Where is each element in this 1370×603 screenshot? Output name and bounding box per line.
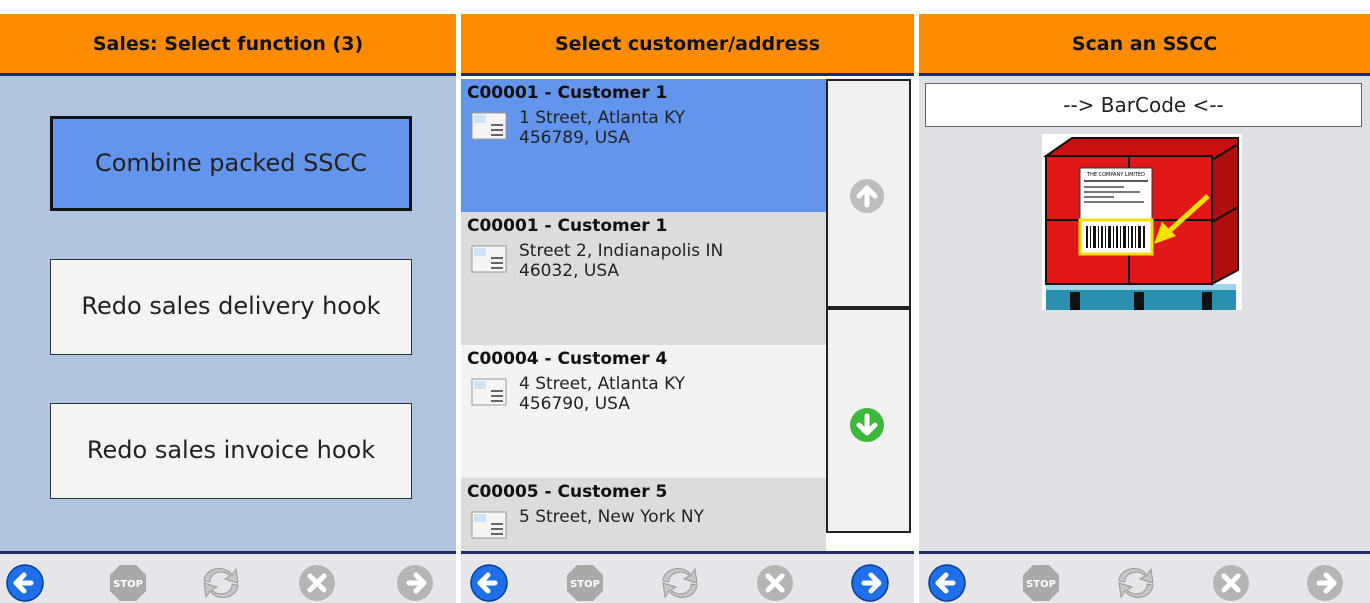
customer-name: C00005 - Customer 5	[467, 482, 668, 502]
back-arrow-icon[interactable]	[5, 563, 45, 603]
toolbar: STOP	[461, 551, 914, 603]
cancel-icon[interactable]	[1211, 563, 1251, 603]
cancel-icon[interactable]	[297, 563, 337, 603]
toolbar: STOP	[0, 551, 456, 603]
scroll-up-button[interactable]	[826, 79, 911, 308]
label-text: THE COMPANY LIMITED	[1086, 172, 1145, 178]
customer-panel: Select customer/address C00001 - Custome…	[461, 14, 914, 603]
pallet-barcode-image: THE COMPANY LIMITED	[1042, 134, 1242, 310]
address-card-icon	[471, 245, 507, 273]
forward-arrow-icon[interactable]	[1305, 563, 1345, 603]
customer-address: 5 Street, New York NY	[467, 507, 822, 539]
address-card-icon	[471, 511, 507, 539]
address-line2: 456790, USA	[519, 393, 630, 414]
cancel-icon[interactable]	[755, 563, 795, 603]
address-line1: Street 2, Indianapolis IN	[519, 241, 724, 261]
address-card-icon	[471, 112, 507, 140]
customer-address: 4 Street, Atlanta KY 456790, USA	[467, 374, 822, 414]
customer-address: 1 Street, Atlanta KY 456789, USA	[467, 108, 822, 148]
back-arrow-icon[interactable]	[469, 563, 509, 603]
toolbar: STOP	[919, 551, 1370, 603]
refresh-icon[interactable]	[657, 563, 703, 603]
barcode-input[interactable]: --> BarCode <--	[925, 83, 1362, 127]
scroll-down-button[interactable]	[826, 308, 911, 533]
customer-item[interactable]: C00005 - Customer 5 5 Street, New York N…	[461, 478, 826, 551]
customer-item[interactable]: C00004 - Customer 4 4 Street, Atlanta KY…	[461, 345, 826, 478]
function-panel: Sales: Select function (3) Combine packe…	[0, 14, 456, 603]
arrow-up-icon	[850, 179, 884, 213]
stop-icon[interactable]: STOP	[108, 563, 148, 603]
customer-name: C00004 - Customer 4	[467, 349, 668, 369]
address-line2: 456789, USA	[519, 127, 630, 148]
forward-arrow-icon[interactable]	[395, 563, 435, 603]
refresh-icon[interactable]	[1113, 563, 1159, 603]
panel-header: Sales: Select function (3)	[0, 14, 456, 76]
address-line2: 46032, USA	[519, 260, 620, 281]
address-line1: 5 Street, New York NY	[519, 507, 705, 527]
customer-list: C00001 - Customer 1 1 Street, Atlanta KY…	[461, 79, 826, 551]
stop-label: STOP	[1026, 579, 1056, 590]
customer-body: C00001 - Customer 1 1 Street, Atlanta KY…	[461, 76, 914, 551]
customer-name: C00001 - Customer 1	[467, 216, 668, 236]
address-line1: 1 Street, Atlanta KY	[519, 108, 686, 128]
scan-panel: Scan an SSCC --> BarCode <-- THE COMPANY…	[919, 14, 1370, 603]
back-arrow-icon[interactable]	[927, 563, 967, 603]
stop-label: STOP	[113, 579, 143, 590]
stop-label: STOP	[570, 579, 600, 590]
scan-body: --> BarCode <-- THE COMPANY LIMITED	[919, 76, 1370, 551]
combine-packed-sscc-button[interactable]: Combine packed SSCC	[50, 116, 412, 211]
stop-icon[interactable]: STOP	[565, 563, 605, 603]
refresh-icon[interactable]	[198, 563, 244, 603]
forward-arrow-icon[interactable]	[850, 563, 890, 603]
customer-name: C00001 - Customer 1	[467, 83, 668, 103]
address-card-icon	[471, 378, 507, 406]
stop-icon[interactable]: STOP	[1021, 563, 1061, 603]
customer-address: Street 2, Indianapolis IN 46032, USA	[467, 241, 822, 281]
arrow-down-icon	[850, 408, 884, 442]
panel-header: Scan an SSCC	[919, 14, 1370, 76]
customer-item[interactable]: C00001 - Customer 1 Street 2, Indianapol…	[461, 212, 826, 345]
redo-sales-delivery-hook-button[interactable]: Redo sales delivery hook	[50, 259, 412, 355]
redo-sales-invoice-hook-button[interactable]: Redo sales invoice hook	[50, 403, 412, 499]
function-list: Combine packed SSCC Redo sales delivery …	[0, 76, 456, 551]
panel-header: Select customer/address	[461, 14, 914, 76]
address-line1: 4 Street, Atlanta KY	[519, 374, 686, 394]
customer-item[interactable]: C00001 - Customer 1 1 Street, Atlanta KY…	[461, 79, 826, 212]
